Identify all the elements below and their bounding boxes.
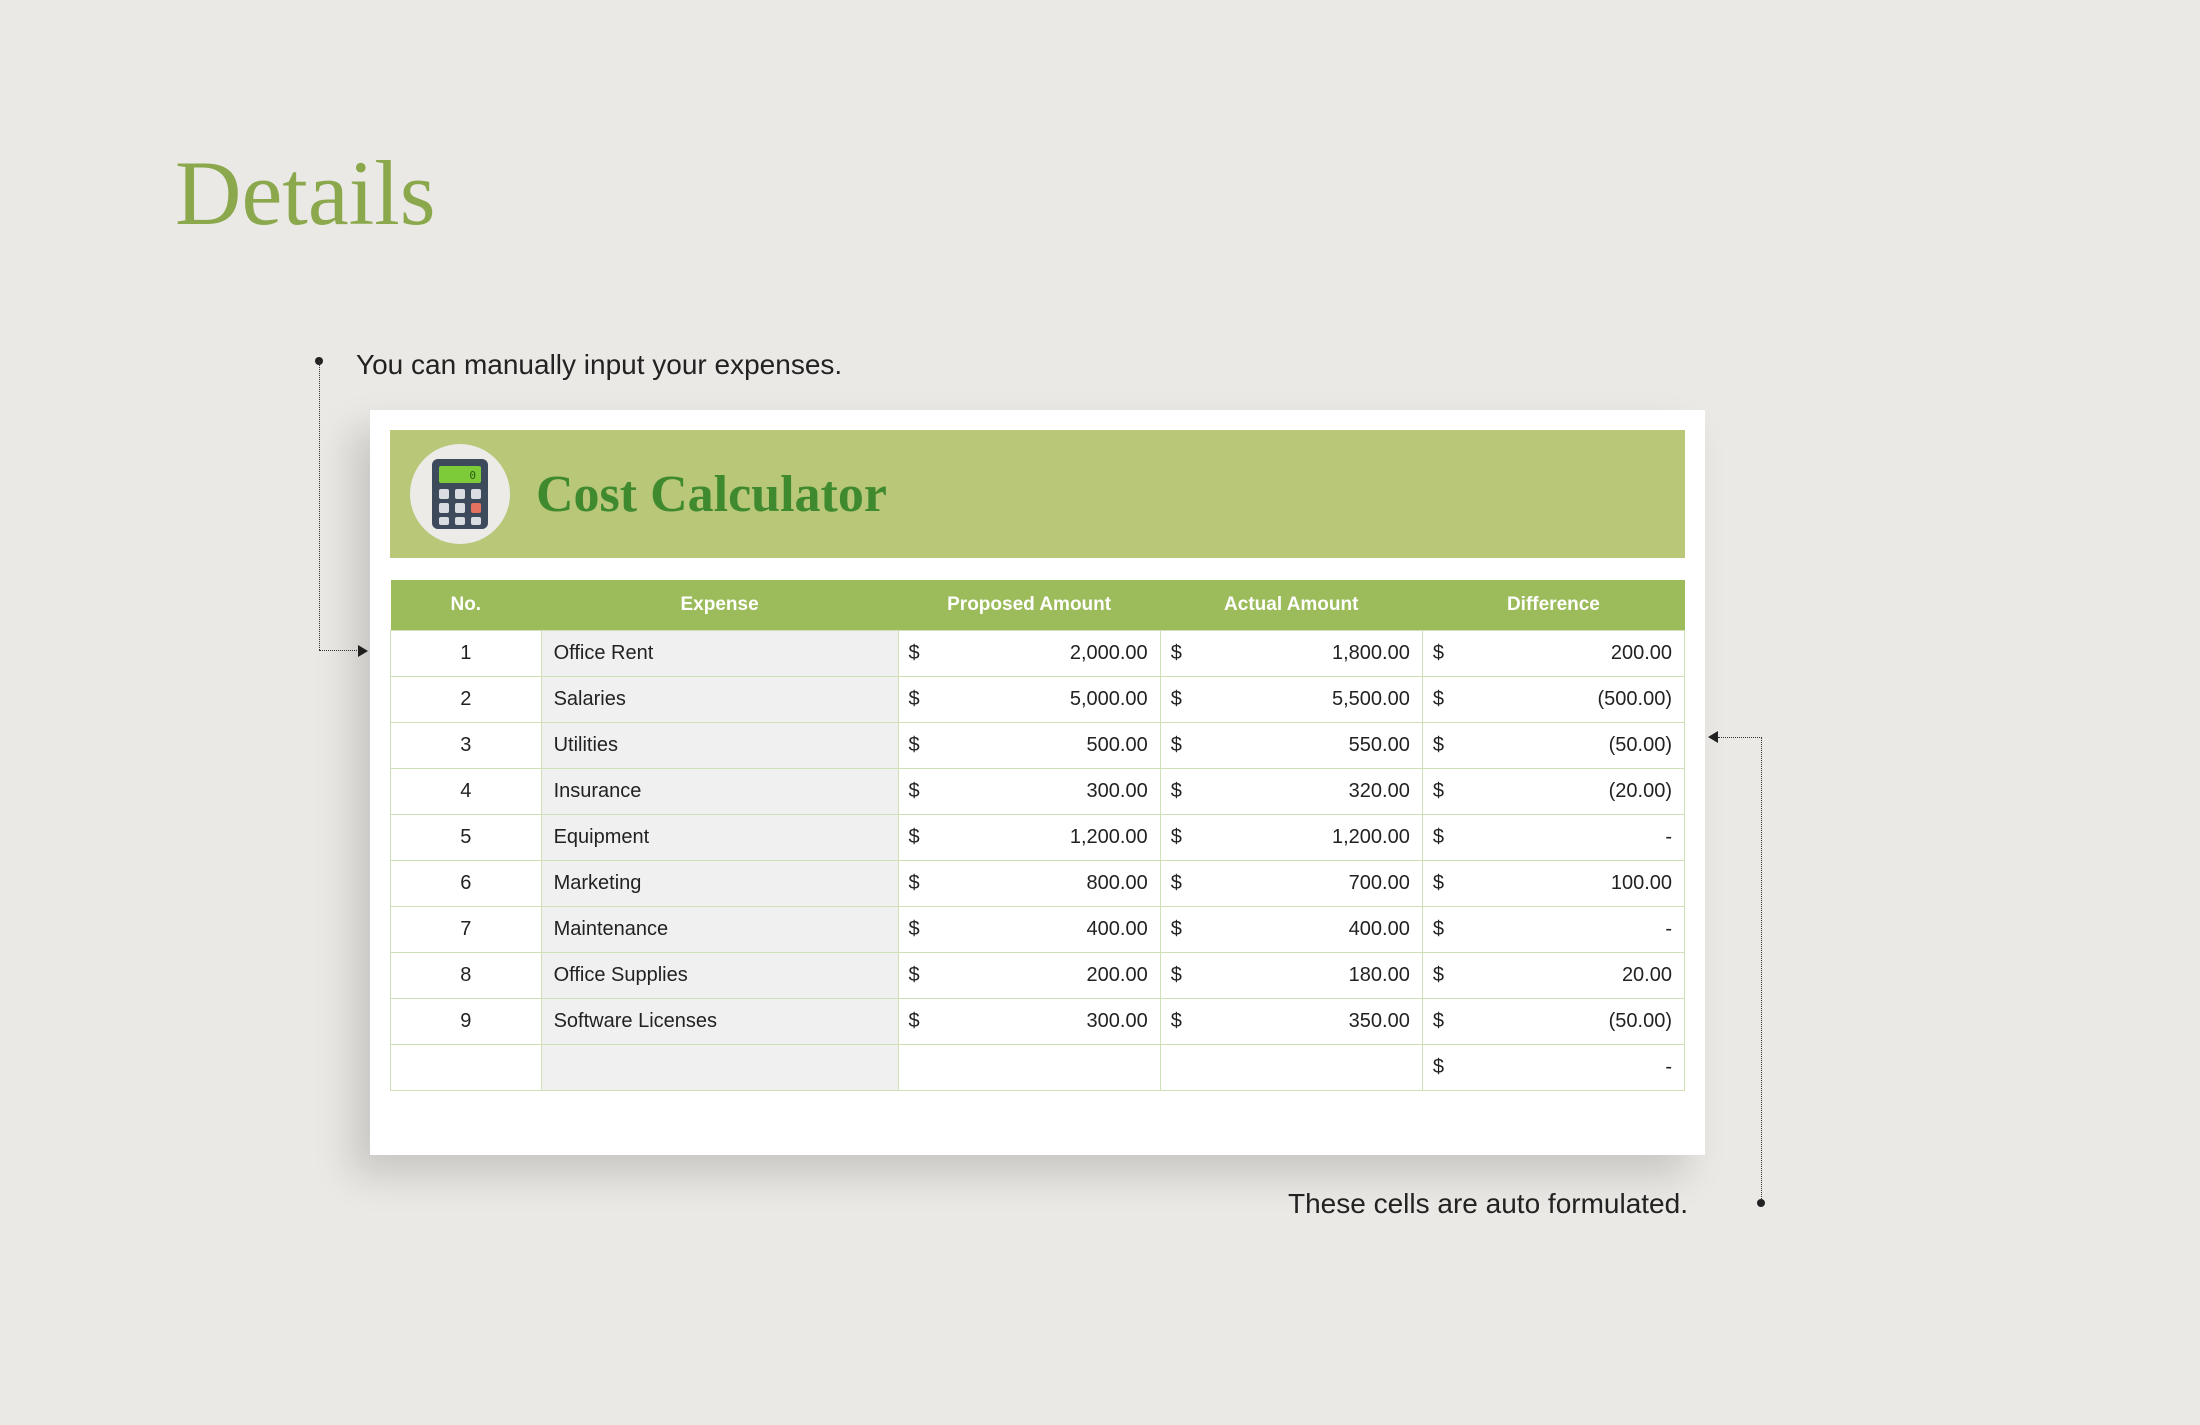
amount-cell[interactable]: $350.00 [1160,999,1422,1045]
expense-cell[interactable]: Marketing [541,861,898,907]
amount-cell[interactable]: $1,200.00 [1160,815,1422,861]
amount-cell: $(50.00) [1422,999,1684,1045]
arrow-right-icon [358,645,368,657]
amount-cell[interactable]: $400.00 [898,907,1160,953]
table-row: 3Utilities$500.00$550.00$(50.00) [391,723,1685,769]
expense-cell[interactable]: Salaries [541,677,898,723]
table-row: 8Office Supplies$200.00$180.00$20.00 [391,953,1685,999]
page-title: Details [175,140,436,246]
expense-cell[interactable]: Office Rent [541,631,898,677]
amount-cell[interactable]: $180.00 [1160,953,1422,999]
amount-cell: $- [1422,1045,1684,1091]
amount-cell: $(500.00) [1422,677,1684,723]
amount-cell[interactable]: $1,200.00 [898,815,1160,861]
row-number: 1 [391,631,542,677]
table-row: 2Salaries$5,000.00$5,500.00$(500.00) [391,677,1685,723]
amount-cell[interactable]: $5,000.00 [898,677,1160,723]
expense-table: No. Expense Proposed Amount Actual Amoun… [390,580,1685,1091]
table-row: $- [391,1045,1685,1091]
amount-cell[interactable]: $5,500.00 [1160,677,1422,723]
row-number: 9 [391,999,542,1045]
amount-cell[interactable]: $300.00 [898,769,1160,815]
table-row: 9Software Licenses$300.00$350.00$(50.00) [391,999,1685,1045]
table-row: 5Equipment$1,200.00$1,200.00$- [391,815,1685,861]
expense-cell[interactable]: Equipment [541,815,898,861]
amount-cell[interactable]: $700.00 [1160,861,1422,907]
table-row: 4Insurance$300.00$320.00$(20.00) [391,769,1685,815]
banner-title: Cost Calculator [536,465,887,524]
row-number: 6 [391,861,542,907]
row-number [391,1045,542,1091]
amount-cell: $- [1422,815,1684,861]
expense-cell[interactable]: Maintenance [541,907,898,953]
table-row: 6Marketing$800.00$700.00$100.00 [391,861,1685,907]
amount-cell[interactable]: $1,800.00 [1160,631,1422,677]
col-header-expense: Expense [541,580,898,631]
amount-cell[interactable]: $320.00 [1160,769,1422,815]
expense-cell[interactable]: Software Licenses [541,999,898,1045]
annotation-bottom: These cells are auto formulated. [1288,1188,1688,1220]
amount-cell: $(50.00) [1422,723,1684,769]
row-number: 8 [391,953,542,999]
row-number: 2 [391,677,542,723]
pointer-dot [1757,1199,1765,1207]
col-header-actual: Actual Amount [1160,580,1422,631]
amount-cell: $(20.00) [1422,769,1684,815]
amount-cell[interactable]: $800.00 [898,861,1160,907]
amount-cell[interactable] [1160,1045,1422,1091]
col-header-proposed: Proposed Amount [898,580,1160,631]
amount-cell: $200.00 [1422,631,1684,677]
amount-cell[interactable]: $300.00 [898,999,1160,1045]
pointer-line [1718,737,1762,738]
amount-cell[interactable]: $200.00 [898,953,1160,999]
svg-text:0: 0 [469,469,476,482]
annotation-top: You can manually input your expenses. [356,349,842,381]
col-header-no: No. [391,580,542,631]
amount-cell: $100.00 [1422,861,1684,907]
pointer-line [319,650,361,651]
amount-cell[interactable]: $400.00 [1160,907,1422,953]
table-header-row: No. Expense Proposed Amount Actual Amoun… [391,580,1685,631]
row-number: 7 [391,907,542,953]
table-row: 1Office Rent$2,000.00$1,800.00$200.00 [391,631,1685,677]
expense-cell[interactable]: Office Supplies [541,953,898,999]
banner: 0 Cost Calculator [390,430,1685,558]
amount-cell: $20.00 [1422,953,1684,999]
arrow-left-icon [1708,731,1718,743]
row-number: 5 [391,815,542,861]
spreadsheet-card: 0 Cost Calculator No. Expense Proposed A… [370,410,1705,1155]
row-number: 3 [391,723,542,769]
amount-cell[interactable] [898,1045,1160,1091]
amount-cell: $- [1422,907,1684,953]
col-header-difference: Difference [1422,580,1684,631]
pointer-line [319,360,320,650]
table-row: 7Maintenance$400.00$400.00$- [391,907,1685,953]
pointer-line [1761,737,1762,1203]
row-number: 4 [391,769,542,815]
expense-cell[interactable]: Insurance [541,769,898,815]
amount-cell[interactable]: $2,000.00 [898,631,1160,677]
amount-cell[interactable]: $500.00 [898,723,1160,769]
expense-cell[interactable]: Utilities [541,723,898,769]
expense-cell[interactable] [541,1045,898,1091]
calculator-icon: 0 [410,444,510,544]
amount-cell[interactable]: $550.00 [1160,723,1422,769]
